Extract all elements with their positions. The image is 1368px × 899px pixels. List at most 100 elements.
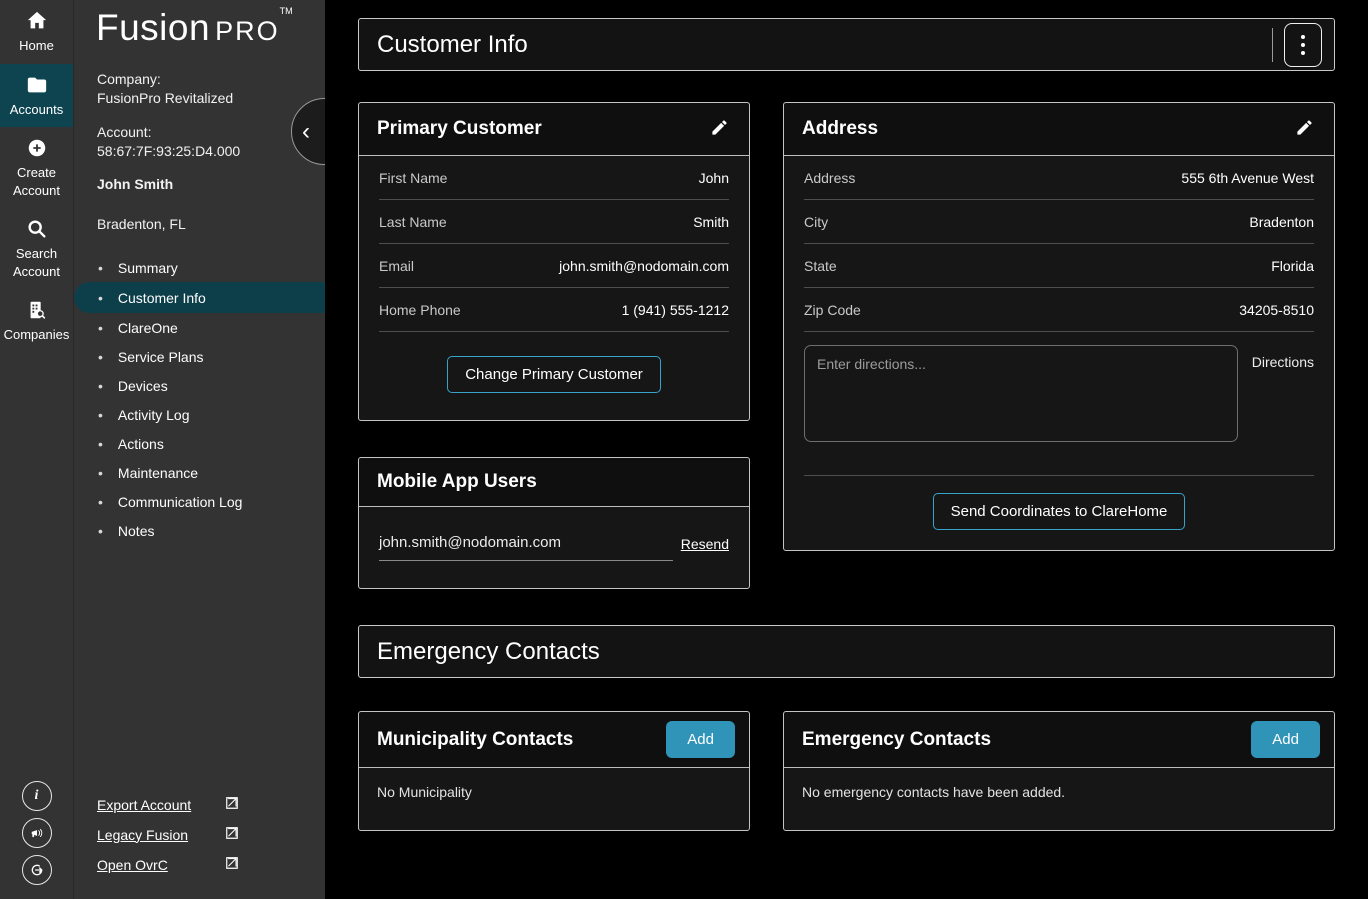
primary-customer-body: First Name John Last Name Smith Email jo… <box>359 156 749 420</box>
logout-icon[interactable] <box>22 855 52 885</box>
menu-item-communication-log[interactable]: •Communication Log <box>74 487 325 516</box>
kebab-dot <box>1301 43 1305 47</box>
first-name-row: First Name John <box>379 156 729 200</box>
send-coordinates-button[interactable]: Send Coordinates to ClareHome <box>933 493 1186 530</box>
external-link-icon <box>225 796 239 813</box>
rail-item-label: Search Account <box>2 245 71 280</box>
sidebar-item-search-account[interactable]: Search Account <box>0 208 73 289</box>
bullet-icon: • <box>98 378 103 394</box>
icon-rail: Home Accounts Create Account Search Acco… <box>0 0 74 899</box>
card-title: Emergency Contacts <box>802 729 991 751</box>
pencil-icon <box>710 118 729 140</box>
directions-input[interactable] <box>804 345 1238 442</box>
zip-code-row: Zip Code 34205-8510 <box>804 288 1314 332</box>
kebab-menu-button[interactable] <box>1284 23 1322 67</box>
address-header: Address <box>784 103 1334 156</box>
menu-item-activity-log[interactable]: •Activity Log <box>74 400 325 429</box>
emergency-empty-text: No emergency contacts have been added. <box>784 768 1334 830</box>
menu-item-actions[interactable]: •Actions <box>74 429 325 458</box>
bullet-icon: • <box>98 436 103 452</box>
edit-primary-customer-button[interactable] <box>708 116 731 142</box>
info-icon[interactable]: i <box>22 781 52 811</box>
email-row: Email john.smith@nodomain.com <box>379 244 729 288</box>
menu-item-notes[interactable]: •Notes <box>74 516 325 545</box>
logo-text: Fusion <box>96 7 210 48</box>
emergency-contacts-card: Emergency Contacts Add No emergency cont… <box>783 711 1335 831</box>
mobile-app-users-body: john.smith@nodomain.com Resend <box>359 507 749 588</box>
account-info: Company: FusionPro Revitalized Account: … <box>74 49 325 232</box>
edit-address-button[interactable] <box>1293 116 1316 142</box>
state-row: State Florida <box>804 244 1314 288</box>
trademark-symbol: TM <box>280 6 293 16</box>
rail-spacer <box>0 353 73 781</box>
bullet-icon: • <box>98 260 103 276</box>
resend-link[interactable]: Resend <box>681 536 729 561</box>
sidebar-item-create-account[interactable]: Create Account <box>0 127 73 208</box>
search-icon <box>26 218 48 240</box>
kebab-dot <box>1301 35 1305 39</box>
menu-item-customer-info[interactable]: •Customer Info <box>74 282 325 313</box>
companies-icon <box>26 299 48 321</box>
account-menu: •Summary •Customer Info •ClareOne •Servi… <box>74 253 325 545</box>
kebab-dot <box>1301 51 1305 55</box>
menu-item-service-plans[interactable]: •Service Plans <box>74 342 325 371</box>
bullet-icon: • <box>98 320 103 336</box>
contacts-grid: Municipality Contacts Add No Municipalit… <box>358 711 1335 831</box>
card-title: Mobile App Users <box>377 471 537 493</box>
address-body: Address 555 6th Avenue West City Bradent… <box>784 156 1334 550</box>
menu-item-clareone[interactable]: •ClareOne <box>74 313 325 342</box>
city-row: City Bradenton <box>804 200 1314 244</box>
folder-icon <box>26 74 48 96</box>
bullet-icon: • <box>98 523 103 539</box>
municipality-empty-text: No Municipality <box>359 768 749 830</box>
bullet-icon: • <box>98 407 103 423</box>
card-title: Municipality Contacts <box>377 729 573 751</box>
menu-item-summary[interactable]: •Summary <box>74 253 325 282</box>
menu-item-devices[interactable]: •Devices <box>74 371 325 400</box>
primary-customer-header: Primary Customer <box>359 103 749 156</box>
chevron-left-icon: ‹ <box>302 118 310 146</box>
sidebar-footer-links: Export Account Legacy Fusion Open OvrC <box>74 796 325 899</box>
account-sidebar: FusionPROTM Company: FusionPro Revitaliz… <box>74 0 325 899</box>
menu-item-maintenance[interactable]: •Maintenance <box>74 458 325 487</box>
emergency-contacts-section-header: Emergency Contacts <box>358 625 1335 678</box>
municipality-contacts-card: Municipality Contacts Add No Municipalit… <box>358 711 750 831</box>
municipality-contacts-header: Municipality Contacts Add <box>359 712 749 768</box>
change-primary-customer-button[interactable]: Change Primary Customer <box>447 356 661 393</box>
external-link-icon <box>225 856 239 873</box>
last-name-row: Last Name Smith <box>379 200 729 244</box>
mobile-user-email: john.smith@nodomain.com <box>379 534 673 561</box>
home-phone-row: Home Phone 1 (941) 555-1212 <box>379 288 729 332</box>
legacy-fusion-link[interactable]: Legacy Fusion <box>97 826 239 843</box>
emergency-contacts-header: Emergency Contacts Add <box>784 712 1334 768</box>
cards-grid: Primary Customer First Name John Last Na… <box>358 102 1335 589</box>
sidebar-item-accounts[interactable]: Accounts <box>0 64 73 128</box>
address-row: Address 555 6th Avenue West <box>804 156 1314 200</box>
rail-item-label: Accounts <box>10 101 63 119</box>
external-link-icon <box>225 826 239 843</box>
card-title: Primary Customer <box>377 118 542 140</box>
pencil-icon <box>1295 118 1314 140</box>
sidebar-item-companies[interactable]: Companies <box>0 289 73 353</box>
rail-item-label: Create Account <box>2 164 71 199</box>
right-column: Address Address 555 6th Avenue West City… <box>783 102 1335 551</box>
mobile-user-row: john.smith@nodomain.com Resend <box>379 507 729 588</box>
directions-label: Directions <box>1238 345 1314 442</box>
rail-item-label: Companies <box>4 326 70 344</box>
page-header: Customer Info <box>358 18 1335 71</box>
logo-pro-text: PRO <box>215 16 280 46</box>
add-municipality-contact-button[interactable]: Add <box>666 721 735 758</box>
announcement-icon[interactable] <box>22 818 52 848</box>
export-account-link[interactable]: Export Account <box>97 796 239 813</box>
primary-customer-actions: Change Primary Customer <box>379 332 729 420</box>
sidebar-item-home[interactable]: Home <box>0 0 73 64</box>
bullet-icon: • <box>98 465 103 481</box>
company-value: FusionPro Revitalized <box>97 89 311 108</box>
bullet-icon: • <box>98 494 103 510</box>
directions-section: Directions <box>804 332 1314 442</box>
rail-footer: i <box>0 781 73 899</box>
add-emergency-contact-button[interactable]: Add <box>1251 721 1320 758</box>
address-card: Address Address 555 6th Avenue West City… <box>783 102 1335 551</box>
mobile-app-users-header: Mobile App Users <box>359 458 749 507</box>
open-ovrc-link[interactable]: Open OvrC <box>97 856 239 873</box>
